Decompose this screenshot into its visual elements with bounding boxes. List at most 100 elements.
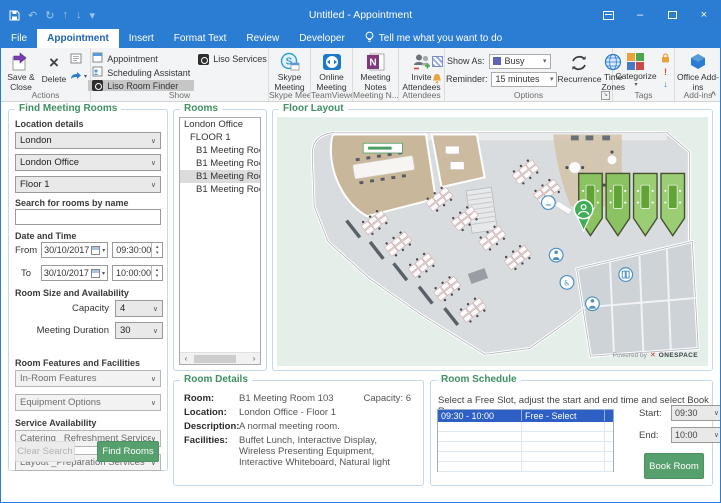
time-spinner[interactable]: ▴▾ (151, 243, 162, 257)
delete-icon: × (49, 52, 59, 74)
office-select[interactable]: London Office∨ (15, 154, 161, 171)
city-select[interactable]: London∨ (15, 132, 161, 149)
rooms-tree-room-selected[interactable]: B1 Meeting Room 103 (180, 170, 260, 183)
group-skype: S Skype Meeting Skype Meet... (269, 48, 311, 101)
in-room-features-select[interactable]: In-Room Features∨ (15, 370, 161, 387)
from-time-input[interactable]: 09:30:00 ▴▾ (112, 242, 163, 258)
book-room-button[interactable]: Book Room (644, 453, 704, 479)
high-importance-icon[interactable]: ! (664, 67, 667, 77)
categorize-button[interactable]: Categorize ▾ (614, 50, 658, 89)
chevron-down-icon: ▾ (102, 247, 105, 254)
show-as-icon (432, 56, 443, 67)
reminder-select[interactable]: 15 minutes ▾ (491, 72, 557, 87)
tab-developer[interactable]: Developer (289, 29, 355, 48)
start-time-select[interactable]: 09:30 ∨ (671, 405, 721, 421)
chevron-down-icon: ∨ (151, 181, 156, 189)
tell-me-box[interactable]: Tell me what you want to do (355, 29, 512, 48)
end-time-select[interactable]: 10:00 ∨ (671, 427, 721, 443)
tab-format-text[interactable]: Format Text (164, 29, 237, 48)
slot-row-empty[interactable] (438, 452, 613, 462)
liso-services-button[interactable]: Liso Services (194, 52, 271, 66)
to-date-input[interactable]: 30/10/2017 ▾ (41, 265, 108, 281)
horizontal-scrollbar[interactable]: ‹ › (180, 352, 260, 364)
slot-row-empty[interactable] (438, 432, 613, 442)
end-row: End: 10:00 ∨ (639, 427, 721, 443)
liso-services-col: Liso Services (194, 50, 271, 89)
room-description-value: A normal meeting room. (239, 421, 413, 432)
scheduling-assistant-icon (92, 66, 103, 79)
equipment-options-select[interactable]: Equipment Options∨ (15, 394, 161, 411)
slot-row-selected[interactable]: 09:30 - 10:00 Free - Select (438, 410, 613, 422)
recurrence-button[interactable]: Recurrence (557, 50, 601, 89)
save-close-button[interactable]: Save & Close (2, 50, 40, 89)
capacity-select[interactable]: 4∨ (115, 300, 163, 317)
rooms-tree-office[interactable]: London Office (180, 118, 260, 131)
low-importance-icon[interactable]: ↓ (663, 79, 668, 89)
journal-icon[interactable] (70, 53, 87, 67)
powered-by: Powered by ✕ ONESPACE (613, 351, 698, 359)
chevron-down-icon: ▾ (102, 270, 105, 277)
svg-text:☕: ☕ (545, 199, 552, 208)
rooms-tree-room[interactable]: B1 Meeting Room 102 (180, 157, 260, 170)
forward-icon (70, 71, 82, 81)
tab-insert[interactable]: Insert (119, 29, 164, 48)
slot-row-empty[interactable] (438, 462, 613, 472)
office-addins-button[interactable]: Office Add-ins (676, 50, 720, 89)
floor-select[interactable]: Floor 1∨ (15, 176, 161, 193)
room-search-input[interactable] (15, 209, 161, 225)
minimize-button[interactable]: – (624, 1, 656, 29)
onenote-icon: N (366, 52, 386, 72)
svg-text:♿: ♿ (563, 279, 570, 288)
show-as-select[interactable]: Busy ▾ (489, 54, 551, 69)
room-name-value: B1 Meeting Room 103 (239, 393, 413, 404)
slot-status: Free - Select (522, 410, 605, 421)
from-date-input[interactable]: 30/10/2017 ▾ (41, 242, 108, 258)
collapse-ribbon-icon[interactable]: ^ (711, 90, 716, 100)
chevron-down-icon: ∨ (151, 159, 156, 167)
clear-search-button[interactable]: Clear Search (15, 441, 75, 462)
rooms-tree-floor[interactable]: FLOOR 1 (180, 131, 260, 144)
scrollbar-thumb[interactable] (194, 355, 236, 363)
tab-file[interactable]: File (1, 29, 37, 48)
liso-services-icon (198, 54, 209, 65)
scheduling-assistant-button[interactable]: Scheduling Assistant (88, 66, 194, 79)
from-row: From 30/10/2017 ▾ 09:30:00 ▴▾ (15, 242, 163, 258)
room-facilities-value: Buffet Lunch, Interactive Display, Wirel… (239, 435, 413, 468)
time-spinner[interactable]: ▴▾ (151, 266, 162, 280)
close-button[interactable]: × (688, 1, 720, 29)
to-time-input[interactable]: 10:00:00 ▴▾ (112, 265, 163, 281)
ribbon-display-options-icon[interactable] (592, 1, 624, 29)
addins-icon (688, 52, 708, 72)
chevron-down-icon: ∨ (151, 137, 156, 145)
slot-row-empty[interactable] (438, 442, 613, 452)
floor-layout-map[interactable]: ☕ ♿ (277, 117, 708, 366)
tab-appointment[interactable]: Appointment (37, 29, 119, 48)
rooms-tree-room[interactable]: B1 Meeting Room 101 (180, 144, 260, 157)
scroll-right-icon[interactable]: › (248, 353, 260, 364)
options-dialog-launcher[interactable]: ↘ (601, 91, 610, 100)
lock-icon[interactable] (661, 53, 670, 65)
ribbon-tab-row: File Appointment Insert Format Text Revi… (1, 29, 720, 48)
recurrence-icon (569, 52, 589, 74)
online-meeting-button[interactable]: Online Meeting (312, 50, 351, 89)
skype-meeting-button[interactable]: S Skype Meeting (270, 50, 309, 89)
appointment-view-button[interactable]: Appointment (88, 52, 194, 65)
maximize-button[interactable] (656, 1, 688, 29)
title-bar: ↶ ↻ ↑ ↓ ▾ Untitled - Appointment – × (1, 1, 720, 29)
scroll-left-icon[interactable]: ‹ (180, 353, 192, 364)
delete-button[interactable]: × Delete (40, 50, 68, 89)
chevron-down-icon: ▾ (634, 82, 637, 89)
calendar-icon (91, 246, 100, 255)
find-rooms-button[interactable]: Find Rooms (97, 441, 159, 462)
tab-review[interactable]: Review (236, 29, 289, 48)
teamviewer-icon (322, 52, 342, 72)
meeting-notes-button[interactable]: N Meeting Notes (354, 50, 397, 89)
rooms-tree-room[interactable]: B1 Meeting Room 104 (180, 183, 260, 196)
room-details-panel: Room Details Capacity: 6 Room: B1 Meetin… (173, 380, 424, 486)
forward-button[interactable]: ▾ (70, 71, 87, 81)
duration-select[interactable]: 30∨ (115, 322, 163, 339)
options-rows: Show As: Busy ▾ Reminder: 15 minutes ▾ (432, 50, 558, 89)
capacity-row: Capacity 4∨ (15, 300, 163, 317)
chevron-down-icon: ∨ (714, 431, 719, 439)
slot-row-empty[interactable] (438, 422, 613, 432)
